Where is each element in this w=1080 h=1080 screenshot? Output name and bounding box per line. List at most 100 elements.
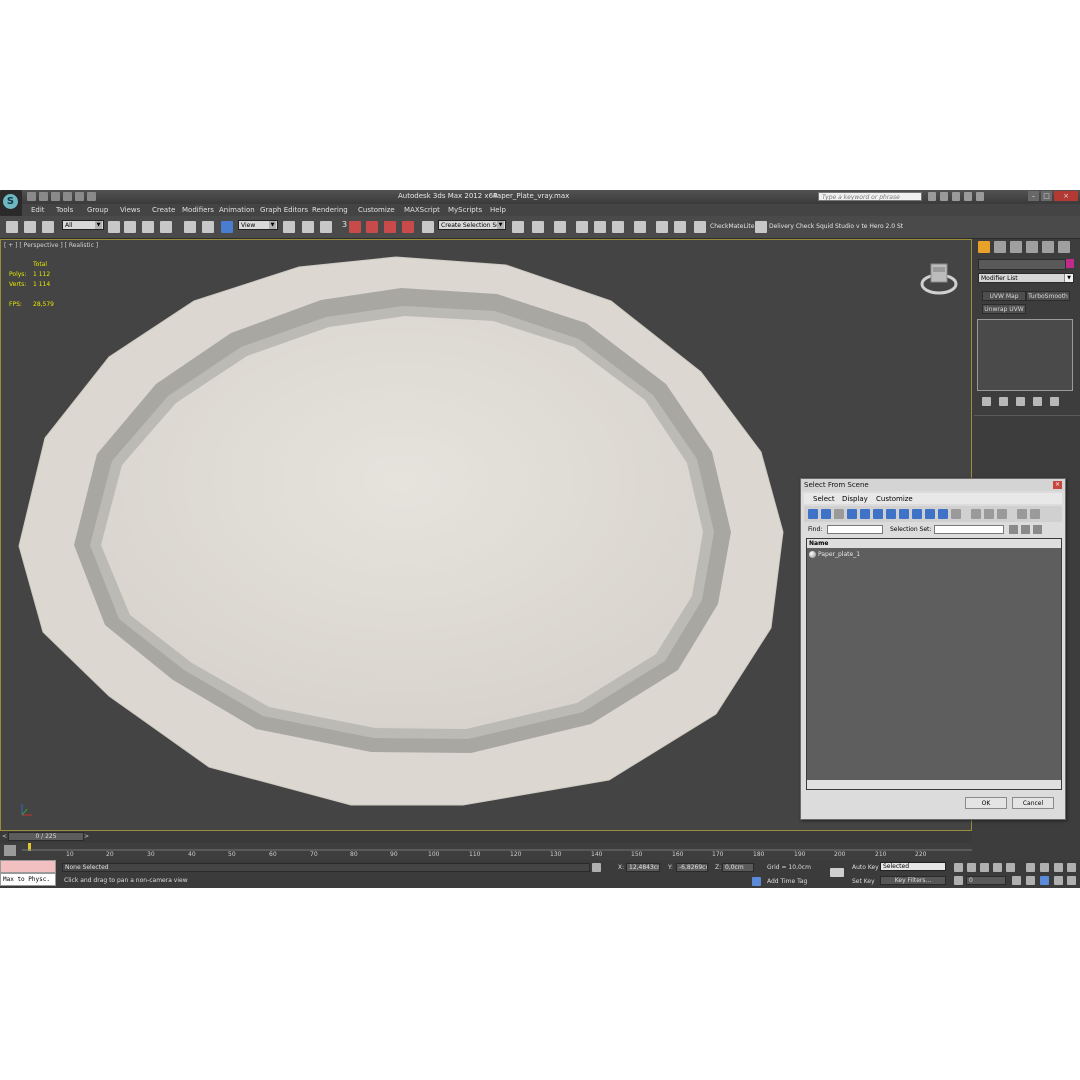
curve-editor-mini-icon[interactable] (4, 845, 16, 856)
percent-snap-icon[interactable] (384, 221, 396, 233)
spinner-snap-icon[interactable] (402, 221, 414, 233)
named-selection-dropdown[interactable]: Create Selection Se ▼ (438, 220, 506, 230)
maximize-viewport-icon[interactable] (1067, 876, 1076, 885)
auto-key-button[interactable]: Auto Key (852, 864, 879, 871)
menu-group[interactable]: Group (87, 206, 108, 214)
key-filters-button[interactable]: Key Filters... (880, 876, 946, 885)
object-color-swatch[interactable] (1066, 259, 1074, 268)
create-tab-icon[interactable] (978, 241, 990, 253)
name-column-header[interactable]: Name (807, 539, 1061, 548)
display-hidden-icon[interactable] (951, 509, 961, 519)
time-prev-button[interactable]: < (2, 833, 7, 840)
app-menu-button[interactable]: S (0, 190, 22, 216)
delete-selection-set-icon[interactable] (1021, 525, 1030, 534)
show-end-result-icon[interactable] (999, 397, 1008, 406)
display-frozen-icon[interactable] (938, 509, 948, 519)
scene-object-list[interactable]: Name Paper_plate_1 (806, 538, 1062, 790)
orbit-icon[interactable] (1054, 876, 1063, 885)
uvw-map-button[interactable]: UVW Map (982, 291, 1026, 301)
selection-filter-dropdown[interactable]: All ▼ (62, 220, 104, 230)
render-setup-icon[interactable] (656, 221, 668, 233)
maximize-button[interactable]: □ (1041, 191, 1052, 201)
link-icon[interactable] (6, 221, 18, 233)
motion-tab-icon[interactable] (1026, 241, 1038, 253)
display-tab-icon[interactable] (1042, 241, 1054, 253)
edit-named-selection-icon[interactable] (422, 221, 434, 233)
search-input[interactable]: Type a keyword or phrase (818, 192, 922, 201)
play-icon[interactable] (980, 863, 989, 872)
object-name-field[interactable] (978, 259, 1066, 270)
menu-customize[interactable]: Customize (358, 206, 395, 214)
filter-icon[interactable] (1017, 509, 1027, 519)
remove-modifier-icon[interactable] (1033, 397, 1042, 406)
render-frame-icon[interactable] (674, 221, 686, 233)
redo-icon[interactable] (75, 192, 84, 201)
menu-views[interactable]: Views (120, 206, 140, 214)
angle-snap-icon[interactable] (366, 221, 378, 233)
add-time-tag-button[interactable]: Add Time Tag (767, 878, 807, 885)
menu-create[interactable]: Create (152, 206, 175, 214)
graphite-tools-icon[interactable] (576, 221, 588, 233)
time-next-button[interactable]: > (84, 833, 89, 840)
time-tag-icon[interactable] (752, 877, 761, 886)
time-slider[interactable]: 0 / 225 (8, 832, 84, 841)
checkmate-button[interactable]: CheckMateLite (710, 223, 754, 230)
menu-modifiers[interactable]: Modifiers (182, 206, 214, 214)
menu-help[interactable]: Help (490, 206, 506, 214)
goto-start-icon[interactable] (954, 863, 963, 872)
squid-icon[interactable] (755, 221, 767, 233)
key-mode-icon[interactable] (954, 876, 963, 885)
pan-view-icon[interactable] (1040, 876, 1049, 885)
display-bones-icon[interactable] (912, 509, 922, 519)
current-frame-field[interactable]: 0 (966, 876, 1006, 885)
maxscript-listener[interactable]: Max to Physc. (0, 873, 56, 886)
menu-rendering[interactable]: Rendering (312, 206, 348, 214)
schematic-view-icon[interactable] (612, 221, 624, 233)
display-all-icon[interactable] (971, 509, 981, 519)
select-object-icon[interactable] (108, 221, 120, 233)
move-icon[interactable] (184, 221, 196, 233)
goto-end-icon[interactable] (1006, 863, 1015, 872)
ok-button[interactable]: OK (965, 797, 1007, 809)
key-icon[interactable] (830, 868, 844, 877)
display-lights-icon[interactable] (834, 509, 844, 519)
display-cameras-icon[interactable] (847, 509, 857, 519)
field-of-view-icon[interactable] (1026, 876, 1035, 885)
display-shapes-icon[interactable] (821, 509, 831, 519)
select-manipulate-icon[interactable] (302, 221, 314, 233)
dialog-menu-customize[interactable]: Customize (876, 495, 913, 503)
z-coordinate-field[interactable]: 0,0cm (722, 863, 754, 872)
display-invert-icon[interactable] (997, 509, 1007, 519)
render-teapot-icon[interactable] (694, 221, 706, 233)
reference-coordinate-dropdown[interactable]: View ▼ (238, 220, 278, 230)
dialog-menu-display[interactable]: Display (842, 495, 868, 503)
unwrap-uvw-button[interactable]: Unwrap UVW (982, 304, 1026, 314)
save-selection-set-icon[interactable] (1009, 525, 1018, 534)
minimize-button[interactable]: – (1028, 191, 1039, 201)
configure-sets-icon[interactable] (1050, 397, 1059, 406)
mirror-icon[interactable] (512, 221, 524, 233)
align-icon[interactable] (532, 221, 544, 233)
horizontal-scrollbar[interactable] (807, 780, 1061, 789)
binoculars-icon[interactable] (928, 192, 936, 201)
display-helpers-icon[interactable] (860, 509, 870, 519)
track-bar[interactable]: 10 20 30 40 50 60 70 80 90 100 110 120 1… (0, 843, 972, 860)
highlight-selection-icon[interactable] (1033, 525, 1042, 534)
bind-space-warp-icon[interactable] (42, 221, 54, 233)
menu-animation[interactable]: Animation (219, 206, 255, 214)
next-frame-icon[interactable] (993, 863, 1002, 872)
lock-selection-icon[interactable] (592, 863, 601, 872)
display-geometry-icon[interactable] (808, 509, 818, 519)
save-icon[interactable] (51, 192, 60, 201)
zoom-icon[interactable] (1026, 863, 1035, 872)
sync-selection-icon[interactable] (1030, 509, 1040, 519)
maxscript-listener-top[interactable] (0, 860, 56, 873)
viewport-label[interactable]: [ + ] [ Perspective ] [ Realistic ] (4, 242, 98, 249)
region-select-icon[interactable] (142, 221, 154, 233)
display-space-warps-icon[interactable] (873, 509, 883, 519)
prev-frame-icon[interactable] (967, 863, 976, 872)
zoom-all-icon[interactable] (1040, 863, 1049, 872)
modifier-list-dropdown[interactable]: Modifier List ▼ (978, 273, 1074, 283)
material-editor-icon[interactable] (634, 221, 646, 233)
select-by-name-icon[interactable] (124, 221, 136, 233)
